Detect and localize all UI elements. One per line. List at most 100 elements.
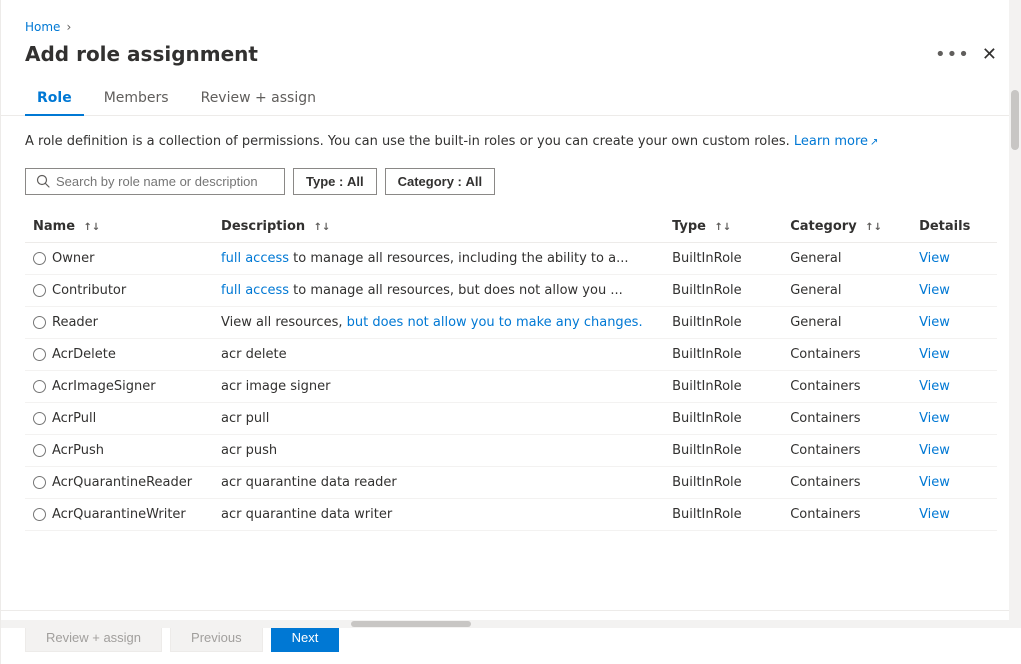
- role-name-0: Owner: [52, 251, 94, 266]
- sort-icon-name: ↑↓: [84, 222, 101, 233]
- role-radio-0[interactable]: [33, 252, 46, 265]
- desc-text-5: acr pull: [221, 411, 269, 426]
- role-radio-7[interactable]: [33, 476, 46, 489]
- view-link-7[interactable]: View: [919, 475, 950, 490]
- more-options-icon[interactable]: •••: [935, 44, 970, 65]
- cell-type-7: BuiltInRole: [664, 466, 782, 498]
- col-header-type[interactable]: Type ↑↓: [664, 211, 782, 243]
- scrollbar-thumb[interactable]: [1011, 90, 1019, 150]
- learn-more-link[interactable]: Learn more↗: [794, 134, 879, 149]
- table-row[interactable]: Reader View all resources, but does not …: [25, 306, 997, 338]
- role-name-4: AcrImageSigner: [52, 379, 156, 394]
- col-header-name[interactable]: Name ↑↓: [25, 211, 213, 243]
- cell-type-8: BuiltInRole: [664, 498, 782, 530]
- cell-type-3: BuiltInRole: [664, 338, 782, 370]
- cell-desc-7: acr quarantine data reader: [213, 466, 664, 498]
- table-row[interactable]: Owner full access to manage all resource…: [25, 242, 997, 274]
- vertical-scrollbar[interactable]: [1009, 0, 1021, 628]
- table-row[interactable]: AcrPush acr push BuiltInRole Containers …: [25, 434, 997, 466]
- table-row[interactable]: AcrQuarantineWriter acr quarantine data …: [25, 498, 997, 530]
- cell-name-1[interactable]: Contributor: [25, 274, 213, 306]
- role-radio-6[interactable]: [33, 444, 46, 457]
- col-header-category[interactable]: Category ↑↓: [782, 211, 911, 243]
- breadcrumb-home[interactable]: Home: [25, 20, 60, 34]
- cell-details-3[interactable]: View: [911, 338, 997, 370]
- type-filter-value: All: [347, 174, 364, 189]
- col-header-description[interactable]: Description ↑↓: [213, 211, 664, 243]
- search-box[interactable]: [25, 168, 285, 195]
- category-filter-button[interactable]: Category : All: [385, 168, 496, 195]
- cell-details-7[interactable]: View: [911, 466, 997, 498]
- sort-icon-type: ↑↓: [715, 222, 732, 233]
- view-link-3[interactable]: View: [919, 347, 950, 362]
- sort-icon-category: ↑↓: [865, 222, 882, 233]
- cell-name-2[interactable]: Reader: [25, 306, 213, 338]
- view-link-8[interactable]: View: [919, 507, 950, 522]
- tabs-container: Role Members Review + assign: [25, 82, 997, 116]
- desc-text-0: full access to manage all resources, inc…: [221, 251, 628, 266]
- view-link-2[interactable]: View: [919, 315, 950, 330]
- cell-details-6[interactable]: View: [911, 434, 997, 466]
- table-row[interactable]: AcrQuarantineReader acr quarantine data …: [25, 466, 997, 498]
- title-actions: ••• ✕: [935, 44, 997, 65]
- tab-role[interactable]: Role: [25, 82, 84, 116]
- cell-details-2[interactable]: View: [911, 306, 997, 338]
- cell-type-4: BuiltInRole: [664, 370, 782, 402]
- cell-details-4[interactable]: View: [911, 370, 997, 402]
- type-filter-button[interactable]: Type : All: [293, 168, 377, 195]
- view-link-0[interactable]: View: [919, 251, 950, 266]
- cell-desc-8: acr quarantine data writer: [213, 498, 664, 530]
- cell-desc-3: acr delete: [213, 338, 664, 370]
- close-button[interactable]: ✕: [982, 45, 997, 63]
- role-radio-3[interactable]: [33, 348, 46, 361]
- cell-details-1[interactable]: View: [911, 274, 997, 306]
- cell-name-5[interactable]: AcrPull: [25, 402, 213, 434]
- info-text-body: A role definition is a collection of per…: [25, 134, 790, 149]
- cell-name-4[interactable]: AcrImageSigner: [25, 370, 213, 402]
- role-name-5: AcrPull: [52, 411, 96, 426]
- role-name-6: AcrPush: [52, 443, 104, 458]
- view-link-4[interactable]: View: [919, 379, 950, 394]
- view-link-6[interactable]: View: [919, 443, 950, 458]
- panel-title: Add role assignment: [25, 42, 258, 66]
- panel-footer: Review + assign Previous Next: [1, 610, 1021, 664]
- role-name-7: AcrQuarantineReader: [52, 475, 192, 490]
- tab-members[interactable]: Members: [92, 82, 181, 116]
- role-radio-4[interactable]: [33, 380, 46, 393]
- table-header-row: Name ↑↓ Description ↑↓ Type ↑↓ Categor: [25, 211, 997, 243]
- cell-name-7[interactable]: AcrQuarantineReader: [25, 466, 213, 498]
- cell-category-2: General: [782, 306, 911, 338]
- cell-name-0[interactable]: Owner: [25, 242, 213, 274]
- desc-text-7: acr quarantine data reader: [221, 475, 397, 490]
- add-role-assignment-panel: Home › Add role assignment ••• ✕ Role Me…: [0, 0, 1021, 664]
- cell-name-8[interactable]: AcrQuarantineWriter: [25, 498, 213, 530]
- cell-details-0[interactable]: View: [911, 242, 997, 274]
- role-radio-1[interactable]: [33, 284, 46, 297]
- desc-text-1: full access to manage all resources, but…: [221, 283, 623, 298]
- view-link-5[interactable]: View: [919, 411, 950, 426]
- table-row[interactable]: AcrImageSigner acr image signer BuiltInR…: [25, 370, 997, 402]
- horizontal-scrollbar[interactable]: [1, 620, 1009, 628]
- table-row[interactable]: AcrPull acr pull BuiltInRole Containers …: [25, 402, 997, 434]
- view-link-1[interactable]: View: [919, 283, 950, 298]
- desc-text-6: acr push: [221, 443, 277, 458]
- role-radio-2[interactable]: [33, 316, 46, 329]
- table-row[interactable]: Contributor full access to manage all re…: [25, 274, 997, 306]
- cell-type-2: BuiltInRole: [664, 306, 782, 338]
- panel-content: A role definition is a collection of per…: [1, 116, 1021, 610]
- col-header-details: Details: [911, 211, 997, 243]
- search-input[interactable]: [56, 174, 274, 189]
- cell-name-6[interactable]: AcrPush: [25, 434, 213, 466]
- role-radio-8[interactable]: [33, 508, 46, 521]
- cell-details-5[interactable]: View: [911, 402, 997, 434]
- category-filter-label: Category :: [398, 174, 462, 189]
- horizontal-scrollbar-thumb[interactable]: [351, 621, 471, 627]
- role-radio-5[interactable]: [33, 412, 46, 425]
- cell-name-3[interactable]: AcrDelete: [25, 338, 213, 370]
- table-row[interactable]: AcrDelete acr delete BuiltInRole Contain…: [25, 338, 997, 370]
- cell-details-8[interactable]: View: [911, 498, 997, 530]
- cell-type-1: BuiltInRole: [664, 274, 782, 306]
- panel-header: Home › Add role assignment ••• ✕ Role Me…: [1, 0, 1021, 116]
- tab-review-assign[interactable]: Review + assign: [189, 82, 328, 116]
- sort-icon-description: ↑↓: [314, 222, 331, 233]
